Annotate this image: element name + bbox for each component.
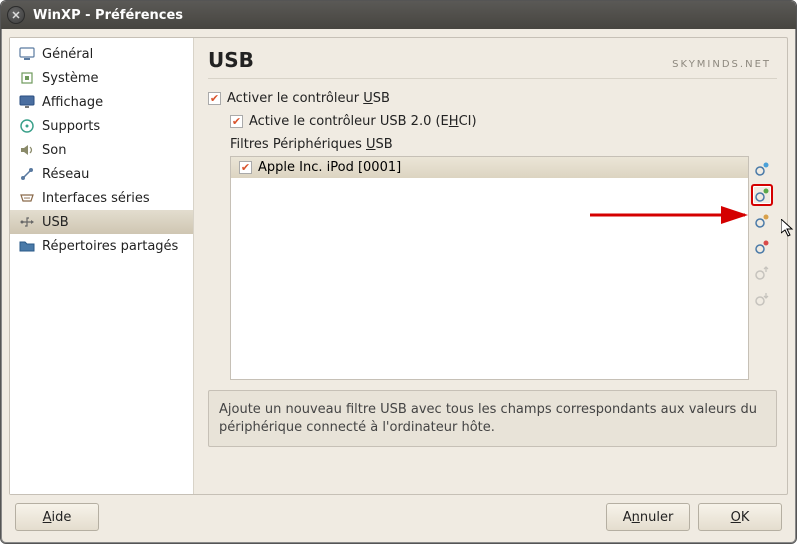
sidebar-item-audio[interactable]: Son (10, 138, 193, 162)
sidebar-item-label: Affichage (42, 95, 103, 110)
network-icon (18, 165, 36, 183)
sidebar-item-label: Supports (42, 119, 100, 134)
sidebar-item-system[interactable]: Système (10, 66, 193, 90)
description-text: Ajoute un nouveau filtre USB avec tous l… (219, 402, 757, 435)
sidebar-item-label: Réseau (42, 167, 89, 182)
titlebar[interactable]: WinXP - Préférences (1, 1, 796, 29)
sidebar-item-label: USB (42, 215, 69, 230)
button-bar: Aide Annuler OK (9, 501, 788, 535)
speaker-icon (18, 141, 36, 159)
usb-icon (18, 213, 36, 231)
sidebar-item-label: Répertoires partagés (42, 239, 178, 254)
ok-button[interactable]: OK (698, 503, 782, 531)
sidebar-item-general[interactable]: Général (10, 42, 193, 66)
sidebar-item-label: Interfaces séries (42, 191, 150, 206)
folder-icon (18, 237, 36, 255)
edit-filter-button[interactable] (751, 210, 773, 232)
add-empty-filter-button[interactable] (751, 158, 773, 180)
sidebar-item-serial[interactable]: Interfaces séries (10, 186, 193, 210)
enable-usb-row[interactable]: Activer le contrôleur USB (208, 91, 777, 106)
enable-usb-label: Activer le contrôleur USB (227, 91, 390, 106)
filters-list[interactable]: Apple Inc. iPod [0001] (230, 156, 749, 380)
description-box: Ajoute un nouveau filtre USB avec tous l… (208, 390, 777, 447)
remove-filter-button[interactable] (751, 236, 773, 258)
display-icon (18, 93, 36, 111)
sidebar-item-network[interactable]: Réseau (10, 162, 193, 186)
sidebar: Général Système Affichage Supports Son (10, 38, 194, 494)
disc-icon (18, 117, 36, 135)
filters-area: Apple Inc. iPod [0001] (230, 156, 777, 380)
brand-watermark: SKYMINDS.NET (672, 59, 771, 70)
monitor-icon (18, 45, 36, 63)
serial-icon (18, 189, 36, 207)
sidebar-item-display[interactable]: Affichage (10, 90, 193, 114)
filters-label: Filtres Périphériques USB (230, 137, 777, 152)
window-close-button[interactable] (7, 6, 25, 24)
move-filter-down-button[interactable] (751, 288, 773, 310)
enable-ehci-row[interactable]: Active le contrôleur USB 2.0 (EHCI) (230, 114, 777, 129)
content-area: Général Système Affichage Supports Son (1, 29, 796, 543)
filter-item-checkbox[interactable] (239, 161, 252, 174)
sidebar-item-storage[interactable]: Supports (10, 114, 193, 138)
help-button[interactable]: Aide (15, 503, 99, 531)
settings-panel: USB SKYMINDS.NET Activer le contrôleur U… (202, 38, 787, 494)
filter-item[interactable]: Apple Inc. iPod [0001] (231, 157, 748, 178)
preferences-window: WinXP - Préférences Général Système Affi… (0, 0, 797, 544)
window-title: WinXP - Préférences (33, 8, 183, 23)
close-icon (12, 11, 20, 19)
move-filter-up-button[interactable] (751, 262, 773, 284)
enable-ehci-label: Active le contrôleur USB 2.0 (EHCI) (249, 114, 477, 129)
chip-icon (18, 69, 36, 87)
add-filter-from-device-button[interactable] (751, 184, 773, 206)
filter-item-label: Apple Inc. iPod [0001] (258, 160, 401, 175)
enable-ehci-checkbox[interactable] (230, 115, 243, 128)
sidebar-item-label: Son (42, 143, 66, 158)
sidebar-item-label: Général (42, 47, 93, 62)
sidebar-item-usb[interactable]: USB (10, 210, 193, 234)
sidebar-item-label: Système (42, 71, 98, 86)
filters-toolbar (751, 156, 777, 380)
cancel-button[interactable]: Annuler (606, 503, 690, 531)
page-title: USB (208, 48, 254, 72)
enable-usb-checkbox[interactable] (208, 92, 221, 105)
sidebar-item-shared-folders[interactable]: Répertoires partagés (10, 234, 193, 258)
page-header: USB SKYMINDS.NET (208, 48, 777, 79)
main-panels: Général Système Affichage Supports Son (9, 37, 788, 495)
